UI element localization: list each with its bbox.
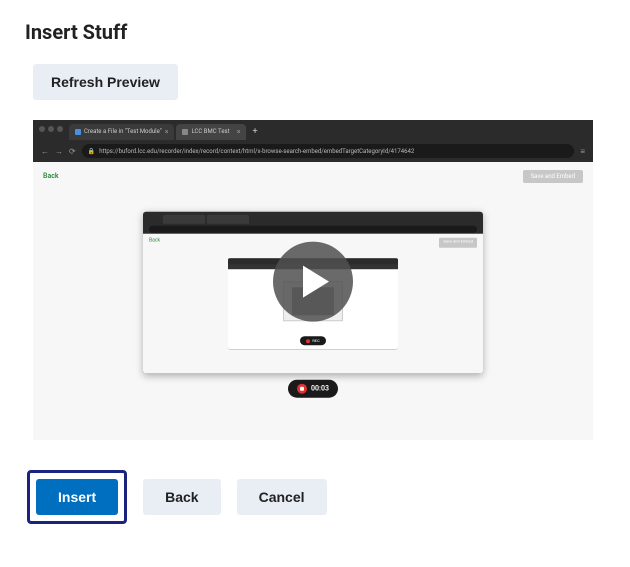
url-text: https://buford.lcc.edu/recorder/index/re… bbox=[99, 148, 414, 155]
window-dot bbox=[48, 126, 54, 132]
video-preview-panel: Create a File in "Test Module" × LCC BMC… bbox=[33, 120, 593, 440]
inner-tab bbox=[163, 214, 205, 223]
cancel-button[interactable]: Cancel bbox=[237, 479, 327, 515]
refresh-preview-button[interactable]: Refresh Preview bbox=[33, 64, 178, 100]
record-button-icon bbox=[297, 384, 307, 394]
tab-label: LCC BMC Test bbox=[191, 128, 229, 135]
save-embed-button: Save and Embed bbox=[523, 170, 583, 183]
insert-button[interactable]: Insert bbox=[36, 479, 118, 515]
favicon-icon bbox=[182, 129, 188, 135]
inner-url-field bbox=[149, 225, 477, 232]
play-button[interactable] bbox=[273, 242, 353, 322]
dialog-footer: Insert Back Cancel bbox=[27, 470, 605, 524]
inner-address-bar bbox=[143, 224, 483, 234]
record-label: REC bbox=[312, 338, 319, 343]
menu-icon: ≡ bbox=[580, 147, 585, 156]
deep-record-pill: REC bbox=[300, 336, 326, 345]
inner-back-link: Back bbox=[149, 238, 160, 248]
close-icon: × bbox=[165, 128, 169, 136]
inner-tab bbox=[207, 214, 249, 223]
back-link: Back bbox=[43, 172, 59, 180]
inner-save-embed: Save and Embed bbox=[439, 238, 477, 248]
browser-address-bar: ← → ⟳ 🔒 https://buford.lcc.edu/recorder/… bbox=[33, 140, 593, 162]
inner-tabbar bbox=[143, 212, 483, 224]
reload-icon: ⟳ bbox=[69, 147, 76, 156]
outer-browser-chrome: Create a File in "Test Module" × LCC BMC… bbox=[33, 120, 593, 162]
record-dot-icon bbox=[306, 339, 310, 343]
url-field: 🔒 https://buford.lcc.edu/recorder/index/… bbox=[82, 144, 575, 158]
browser-tab: Create a File in "Test Module" × bbox=[69, 124, 174, 140]
tab-label: Create a File in "Test Module" bbox=[84, 128, 162, 135]
dialog-title: Insert Stuff bbox=[25, 20, 605, 44]
window-dot bbox=[57, 126, 63, 132]
window-dot bbox=[39, 126, 45, 132]
new-tab-icon: + bbox=[252, 127, 257, 137]
browser-tabbar: Create a File in "Test Module" × LCC BMC… bbox=[33, 120, 593, 140]
record-timer: 00:03 bbox=[311, 385, 329, 393]
focused-button-ring: Insert bbox=[27, 470, 127, 524]
lock-icon: 🔒 bbox=[88, 148, 95, 155]
record-timer-pill: 00:03 bbox=[288, 380, 338, 398]
forward-arrow-icon: → bbox=[55, 147, 63, 156]
outer-page-top: Back Save and Embed bbox=[43, 168, 583, 184]
favicon-icon bbox=[75, 129, 81, 135]
window-controls bbox=[39, 126, 63, 132]
browser-tab: LCC BMC Test × bbox=[176, 124, 246, 140]
back-arrow-icon: ← bbox=[41, 147, 49, 156]
play-icon bbox=[303, 266, 329, 298]
back-button[interactable]: Back bbox=[143, 479, 220, 515]
close-icon: × bbox=[237, 128, 241, 136]
